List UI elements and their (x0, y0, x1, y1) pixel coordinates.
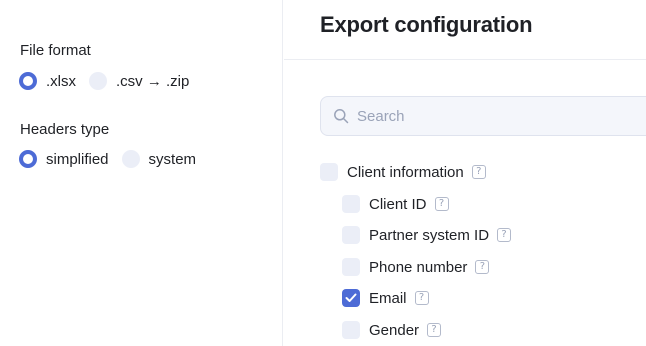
main-panel: Export configuration Client information … (284, 0, 646, 346)
tree-item-email[interactable]: Email ? (342, 288, 429, 308)
file-format-option-label: .xlsx (46, 72, 76, 90)
file-format-title: File format (20, 42, 91, 59)
help-icon[interactable]: ? (471, 165, 486, 179)
help-icon[interactable]: ? (427, 323, 442, 337)
headers-type-radio-group: simplified system (19, 149, 209, 169)
help-icon[interactable]: ? (434, 197, 449, 211)
page-title: Export configuration (320, 12, 533, 37)
tree-item-label: Partner system ID (369, 226, 490, 244)
file-format-option-xlsx[interactable]: .xlsx (19, 72, 76, 90)
search-box[interactable] (320, 96, 646, 136)
tree-item-client-information[interactable]: Client information ? (320, 162, 486, 182)
search-input[interactable] (355, 106, 639, 126)
radio-unselected-icon[interactable] (89, 72, 107, 90)
radio-unselected-icon[interactable] (121, 150, 140, 168)
headers-type-option-simplified[interactable]: simplified (19, 150, 109, 168)
file-format-radio-group: .xlsx .csv → .zip (19, 71, 202, 91)
checkbox-partner-system-id[interactable] (342, 226, 360, 244)
checkbox-client-id[interactable] (342, 195, 360, 213)
tree-item-gender[interactable]: Gender ? (342, 320, 442, 340)
radio-selected-icon[interactable] (19, 72, 37, 90)
tree-item-label: Email (369, 289, 407, 307)
tree-item-client-id[interactable]: Client ID ? (342, 194, 449, 214)
headers-type-option-system[interactable]: system (121, 150, 197, 168)
help-icon[interactable]: ? (414, 291, 429, 305)
file-format-option-label: .csv → .zip (116, 72, 190, 90)
tree-item-label: Client ID (369, 195, 427, 213)
search-icon (333, 108, 349, 124)
tree-item-partner-system-id[interactable]: Partner system ID ? (342, 225, 512, 245)
tree-item-label: Client information (347, 163, 464, 181)
help-icon[interactable]: ? (497, 228, 512, 242)
sidebar: File format .xlsx .csv → .zip Headers ty… (0, 0, 283, 346)
checkbox-gender[interactable] (342, 321, 360, 339)
headers-type-option-label: simplified (46, 150, 109, 168)
help-icon[interactable]: ? (475, 260, 490, 274)
checkbox-phone-number[interactable] (342, 258, 360, 276)
file-format-option-csv-zip[interactable]: .csv → .zip (89, 72, 189, 90)
checkbox-client-information[interactable] (320, 163, 338, 181)
checkbox-email[interactable] (342, 289, 360, 307)
title-divider (284, 59, 646, 60)
headers-type-option-label: system (148, 150, 197, 168)
tree-item-label: Phone number (369, 258, 468, 276)
tree-item-label: Gender (369, 321, 420, 339)
headers-type-title: Headers type (20, 121, 110, 138)
check-icon (345, 293, 357, 302)
tree-item-phone-number[interactable]: Phone number ? (342, 257, 490, 277)
export-page: File format .xlsx .csv → .zip Headers ty… (0, 0, 646, 346)
radio-selected-icon[interactable] (19, 150, 37, 168)
